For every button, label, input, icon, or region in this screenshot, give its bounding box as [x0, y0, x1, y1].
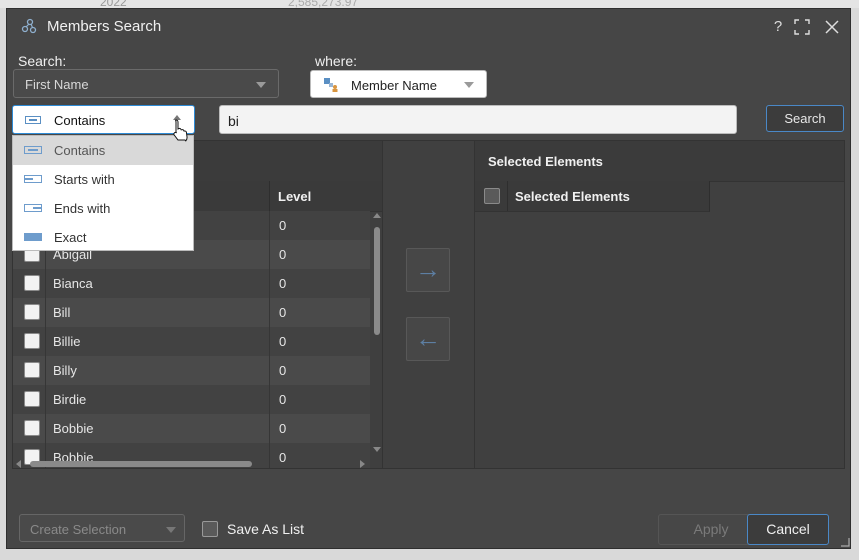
scroll-down-icon[interactable]: [373, 447, 381, 452]
members-hierarchy-icon: [21, 18, 37, 34]
search-field-dropdown[interactable]: First Name: [13, 69, 279, 98]
where-label: where:: [315, 53, 358, 69]
menu-item-contains[interactable]: Contains: [13, 136, 193, 165]
selected-column-header: Selected Elements: [475, 181, 710, 212]
menu-item-label: Starts with: [54, 172, 115, 187]
where-field-value: Member Name: [351, 78, 437, 93]
row-checkbox[interactable]: [24, 391, 40, 407]
table-row[interactable]: Bianca 0: [13, 269, 370, 298]
menu-item-label: Exact: [54, 230, 87, 245]
menu-item-exact[interactable]: Exact: [13, 223, 193, 252]
condition-value: Contains: [54, 113, 106, 128]
selected-panel-header: Selected Elements: [475, 141, 844, 182]
member-name: Billy: [53, 363, 77, 378]
search-button[interactable]: Search: [766, 105, 844, 132]
member-level: 0: [279, 363, 287, 378]
results-vertical-scrollbar[interactable]: [371, 213, 382, 463]
hand-pointer-icon: [173, 119, 188, 142]
create-selection-placeholder: Create Selection: [30, 522, 127, 537]
contains-icon: [25, 116, 41, 124]
scroll-left-icon[interactable]: [16, 460, 21, 468]
cancel-button[interactable]: Cancel: [747, 514, 829, 545]
member-name: Bill: [53, 305, 71, 320]
contains-icon: [24, 146, 42, 154]
search-field-value: First Name: [25, 77, 89, 92]
dialog-title: Members Search: [47, 18, 162, 35]
remove-from-selection-button[interactable]: ←: [406, 317, 450, 361]
maximize-icon[interactable]: [792, 17, 812, 37]
resize-grip-icon[interactable]: [840, 537, 850, 547]
chevron-down-icon: [166, 527, 176, 533]
member-name: Billie: [53, 334, 81, 349]
menu-item-label: Contains: [54, 143, 106, 158]
row-checkbox[interactable]: [24, 275, 40, 291]
member-level: 0: [279, 334, 287, 349]
starts-with-icon: [24, 175, 42, 183]
arrow-left-icon: ←: [415, 323, 441, 353]
row-checkbox[interactable]: [24, 420, 40, 436]
create-selection-dropdown[interactable]: Create Selection: [19, 514, 185, 542]
member-level: 0: [279, 247, 287, 262]
scroll-thumb[interactable]: [374, 227, 380, 335]
save-as-list-checkbox[interactable]: [202, 521, 218, 537]
selected-elements-column-label[interactable]: Selected Elements: [507, 181, 637, 211]
results-horizontal-scrollbar[interactable]: [13, 459, 371, 468]
save-as-list-label: Save As List: [227, 521, 305, 537]
members-search-dialog: Members Search ? Search: First Name wher…: [6, 8, 851, 549]
menu-item-ends-with[interactable]: Ends with: [13, 194, 193, 223]
member-name-icon: [324, 78, 338, 92]
table-row[interactable]: Billie 0: [13, 327, 370, 356]
close-icon[interactable]: [822, 17, 842, 37]
selected-panel-title: Selected Elements: [488, 154, 603, 169]
scroll-thumb[interactable]: [30, 461, 252, 467]
transfer-panel: → ←: [383, 140, 475, 469]
search-label: Search:: [18, 53, 67, 69]
menu-item-starts-with[interactable]: Starts with: [13, 165, 193, 194]
scroll-right-icon[interactable]: [360, 460, 365, 468]
arrow-right-icon: →: [415, 254, 441, 284]
table-row[interactable]: Birdie 0: [13, 385, 370, 414]
member-level: 0: [279, 421, 287, 436]
table-row[interactable]: Bobbie 0: [13, 414, 370, 443]
help-icon[interactable]: ?: [768, 17, 788, 37]
search-query-input[interactable]: bi: [219, 105, 737, 134]
ends-with-icon: [24, 204, 42, 212]
member-level: 0: [279, 392, 287, 407]
condition-dropdown[interactable]: Contains: [12, 105, 195, 134]
menu-item-label: Ends with: [54, 201, 111, 216]
table-row[interactable]: Bill 0: [13, 298, 370, 327]
level-column-header[interactable]: Level: [269, 181, 319, 211]
select-all-checkbox[interactable]: [484, 188, 500, 204]
scroll-up-icon[interactable]: [373, 213, 381, 218]
exact-icon: [24, 233, 42, 241]
background-app: 2022 2,585,273.97: [0, 0, 859, 9]
member-level: 0: [279, 218, 287, 233]
where-field-dropdown[interactable]: Member Name: [310, 70, 487, 98]
member-name: Bianca: [53, 276, 93, 291]
selected-elements-panel: Selected Elements Selected Elements: [474, 140, 845, 469]
member-name: Birdie: [53, 392, 87, 407]
chevron-down-icon: [256, 82, 266, 88]
member-level: 0: [279, 276, 287, 291]
chevron-down-icon: [464, 82, 474, 88]
row-checkbox[interactable]: [24, 304, 40, 320]
row-checkbox[interactable]: [24, 362, 40, 378]
add-to-selection-button[interactable]: →: [406, 248, 450, 292]
member-name: Bobbie: [53, 421, 94, 436]
condition-menu: Contains Starts with Ends with Exact: [12, 135, 194, 251]
title-bar[interactable]: Members Search ?: [7, 9, 850, 45]
table-row[interactable]: Billy 0: [13, 356, 370, 385]
member-level: 0: [279, 305, 287, 320]
row-checkbox[interactable]: [24, 333, 40, 349]
